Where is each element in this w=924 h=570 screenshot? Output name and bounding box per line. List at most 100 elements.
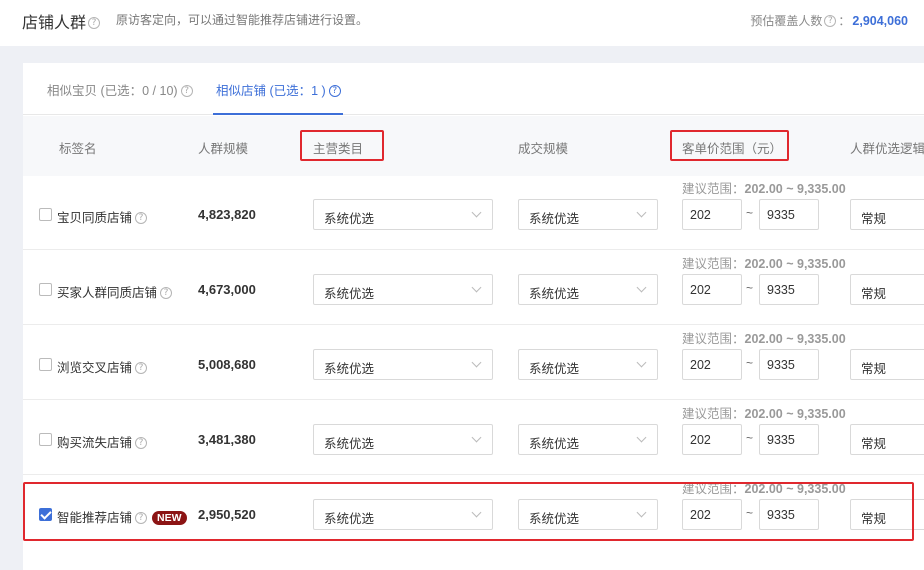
chevron-down-icon [471, 282, 482, 293]
price-min-input[interactable]: 202 [682, 274, 742, 305]
select-value: 系统优选 [529, 437, 580, 451]
table-row: 宝贝同质店铺? 4,823,820 系统优选 系统优选 建议范围：202.00 … [23, 175, 924, 250]
select-value: 常规 [861, 437, 887, 451]
chevron-down-icon [636, 507, 647, 518]
row-name-text: 买家人群同质店铺 [57, 286, 158, 300]
tab-similar-items[interactable]: 相似宝贝 (已选：0 / 10)? [47, 80, 193, 99]
deal-scale-select[interactable]: 系统优选 [518, 349, 658, 380]
row-tag-name: 购买流失店铺? [57, 432, 148, 451]
help-icon[interactable]: ? [135, 361, 148, 374]
row-name-text: 浏览交叉店铺 [57, 361, 133, 375]
chevron-down-icon [471, 357, 482, 368]
select-value: 常规 [861, 212, 887, 226]
col-logic: 人群优选逻辑 [850, 142, 924, 156]
audience-estimate: 预估覆盖人数?： 2,904,060 [750, 12, 908, 29]
hint-label: 建议范围： [682, 482, 745, 496]
row-checkbox[interactable] [39, 433, 52, 446]
price-min-input[interactable]: 202 [682, 499, 742, 530]
logic-select[interactable]: 常规 [850, 424, 924, 455]
table-row: 买家人群同质店铺? 4,673,000 系统优选 系统优选 建议范围：202.0… [23, 250, 924, 325]
help-icon[interactable]: ? [135, 511, 148, 524]
price-hint: 建议范围：202.00 ~ 9,335.00 [682, 403, 846, 422]
help-icon[interactable]: ? [160, 286, 173, 299]
deal-scale-select[interactable]: 系统优选 [518, 274, 658, 305]
select-value: 系统优选 [324, 362, 375, 376]
row-checkbox[interactable] [39, 358, 52, 371]
col-tag-name: 标签名 [59, 142, 97, 156]
col-deal-scale: 成交规模 [518, 142, 569, 156]
price-min-input[interactable]: 202 [682, 199, 742, 230]
row-name-text: 智能推荐店铺 [57, 511, 133, 525]
select-value: 常规 [861, 287, 887, 301]
logic-select[interactable]: 常规 [850, 274, 924, 305]
row-audience-size: 3,481,380 [198, 432, 256, 447]
row-tag-name: 宝贝同质店铺? [57, 207, 148, 226]
category-select[interactable]: 系统优选 [313, 349, 493, 380]
page-description: 原访客定向，可以通过智能推荐店铺进行设置。 [116, 13, 369, 27]
deal-scale-select[interactable]: 系统优选 [518, 199, 658, 230]
price-hint: 建议范围：202.00 ~ 9,335.00 [682, 478, 846, 497]
select-value: 系统优选 [529, 362, 580, 376]
help-icon[interactable]: ? [135, 211, 148, 224]
hint-label: 建议范围： [682, 332, 745, 346]
category-select[interactable]: 系统优选 [313, 424, 493, 455]
page-header: 店铺人群? 原访客定向，可以通过智能推荐店铺进行设置。 预估覆盖人数?： 2,90… [0, 0, 924, 46]
tab-bar: 相似宝贝 (已选：0 / 10)? 相似店铺 (已选：1 )? [23, 63, 924, 115]
tab-similar-stores[interactable]: 相似店铺 (已选：1 )? [216, 80, 341, 99]
price-hint: 建议范围：202.00 ~ 9,335.00 [682, 178, 846, 197]
row-checkbox[interactable] [39, 208, 52, 221]
select-value: 系统优选 [529, 512, 580, 526]
range-separator: ~ [746, 506, 754, 520]
logic-select[interactable]: 常规 [850, 349, 924, 380]
price-min-input[interactable]: 202 [682, 424, 742, 455]
row-audience-size: 4,673,000 [198, 282, 256, 297]
help-icon[interactable]: ? [824, 14, 837, 27]
store-audience-card: 相似宝贝 (已选：0 / 10)? 相似店铺 (已选：1 )? 标签名 人群规模… [23, 63, 924, 570]
logic-select[interactable]: 常规 [850, 199, 924, 230]
estimate-value: 2,904,060 [852, 14, 908, 28]
row-name-text: 购买流失店铺 [57, 436, 133, 450]
price-max-input[interactable]: 9335 [759, 199, 819, 230]
logic-select[interactable]: 常规 [850, 499, 924, 530]
price-max-input[interactable]: 9335 [759, 349, 819, 380]
chevron-down-icon [471, 207, 482, 218]
table-row: 智能推荐店铺? NEW 2,950,520 系统优选 系统优选 建议范围：202.… [23, 475, 924, 550]
estimate-colon: ： [838, 14, 851, 28]
category-select[interactable]: 系统优选 [313, 499, 493, 530]
hint-label: 建议范围： [682, 257, 745, 271]
table-header: 标签名 人群规模 主营类目 成交规模 客单价范围（元） 人群优选逻辑 [23, 116, 924, 176]
price-max-input[interactable]: 9335 [759, 274, 819, 305]
price-max-input[interactable]: 9335 [759, 424, 819, 455]
select-value: 系统优选 [324, 212, 375, 226]
deal-scale-select[interactable]: 系统优选 [518, 424, 658, 455]
row-tag-name: 智能推荐店铺? NEW [57, 507, 187, 526]
price-min-input[interactable]: 202 [682, 349, 742, 380]
select-value: 系统优选 [529, 212, 580, 226]
help-icon[interactable]: ? [88, 16, 101, 29]
page-title: 店铺人群? [22, 9, 101, 33]
table-row: 浏览交叉店铺? 5,008,680 系统优选 系统优选 建议范围：202.00 … [23, 325, 924, 400]
category-select[interactable]: 系统优选 [313, 199, 493, 230]
hint-value: 202.00 ~ 9,335.00 [744, 482, 846, 496]
col-audience-size: 人群规模 [198, 142, 249, 156]
highlight-box-category [300, 130, 384, 161]
help-icon[interactable]: ? [135, 436, 148, 449]
row-audience-size: 5,008,680 [198, 357, 256, 372]
help-icon[interactable]: ? [180, 84, 193, 97]
row-name-text: 宝贝同质店铺 [57, 211, 133, 225]
row-checkbox[interactable] [39, 283, 52, 296]
help-icon[interactable]: ? [328, 84, 341, 97]
price-hint: 建议范围：202.00 ~ 9,335.00 [682, 328, 846, 347]
deal-scale-select[interactable]: 系统优选 [518, 499, 658, 530]
chevron-down-icon [636, 282, 647, 293]
row-checkbox-checked[interactable] [39, 508, 52, 521]
chevron-down-icon [471, 432, 482, 443]
chevron-down-icon [471, 507, 482, 518]
row-tag-name: 浏览交叉店铺? [57, 357, 148, 376]
price-hint: 建议范围：202.00 ~ 9,335.00 [682, 253, 846, 272]
range-separator: ~ [746, 206, 754, 220]
category-select[interactable]: 系统优选 [313, 274, 493, 305]
range-separator: ~ [746, 356, 754, 370]
price-max-input[interactable]: 9335 [759, 499, 819, 530]
chevron-down-icon [636, 432, 647, 443]
